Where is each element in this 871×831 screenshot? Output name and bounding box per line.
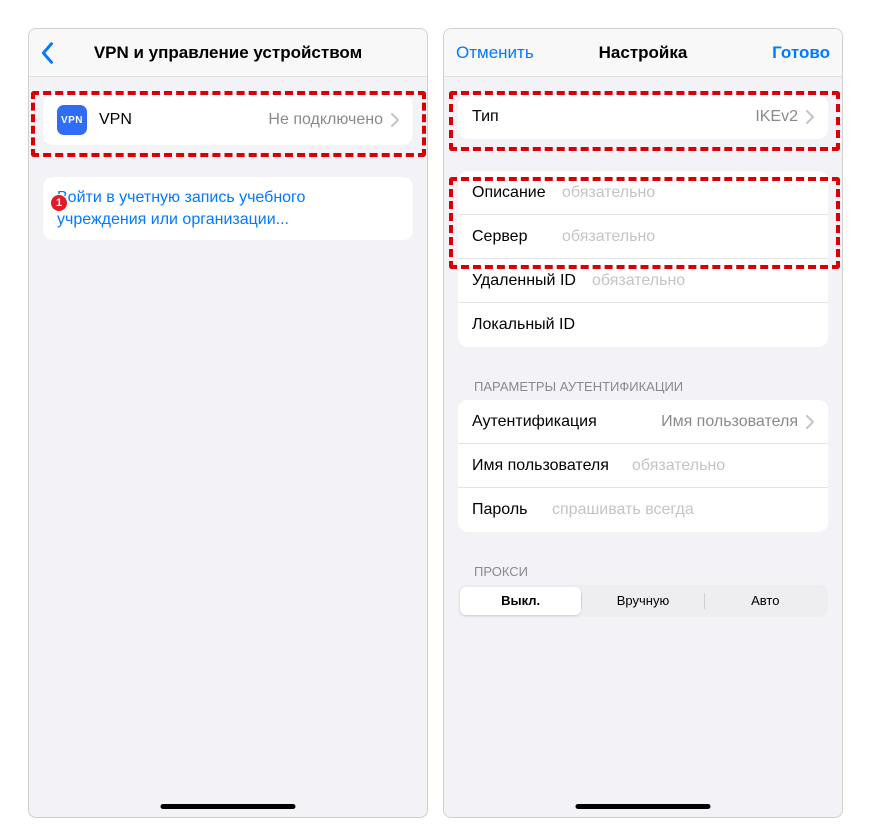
server-row[interactable]: Сервер обязательно — [458, 215, 828, 259]
auth-label: Аутентификация — [472, 413, 622, 431]
proxy-segmented[interactable]: Выкл. Вручную Авто — [458, 585, 828, 617]
cancel-button[interactable]: Отменить — [456, 43, 534, 63]
description-label: Описание — [472, 184, 562, 202]
password-row[interactable]: Пароль спрашивать всегда — [458, 488, 828, 532]
left-screen: VPN и управление устройством VPN VPN Не … — [28, 28, 428, 818]
back-button[interactable] — [41, 41, 55, 65]
vpn-icon: VPN — [57, 105, 87, 135]
chevron-right-icon — [806, 110, 814, 124]
auth-section-header: ПАРАМЕТРЫ АУТЕНТИФИКАЦИИ — [444, 379, 842, 400]
chevron-right-icon — [806, 415, 814, 429]
signin-link-text: Войти в учетную запись учебного учрежден… — [57, 187, 399, 230]
type-label: Тип — [472, 108, 499, 126]
type-value: IKEv2 — [755, 108, 798, 126]
password-input[interactable]: спрашивать всегда — [552, 501, 814, 519]
vpn-label: VPN — [99, 111, 132, 129]
signin-link[interactable]: Войти в учетную запись учебного учрежден… — [43, 177, 413, 240]
auth-row[interactable]: Аутентификация Имя пользователя — [458, 400, 828, 444]
remoteid-input[interactable]: обязательно — [592, 272, 814, 290]
vpn-status: Не подключено — [268, 111, 383, 129]
remoteid-label: Удаленный ID — [472, 272, 592, 290]
username-input[interactable]: обязательно — [632, 457, 814, 475]
home-indicator — [576, 804, 711, 809]
auth-value: Имя пользователя — [661, 413, 798, 431]
proxy-auto[interactable]: Авто — [705, 587, 826, 615]
right-screen: Отменить Настройка Готово Тип IKEv2 Опис… — [443, 28, 843, 818]
description-input[interactable]: обязательно — [562, 184, 814, 202]
server-input[interactable]: обязательно — [562, 228, 814, 246]
remoteid-row[interactable]: Удаленный ID обязательно — [458, 259, 828, 303]
navbar-right: Отменить Настройка Готово — [444, 29, 842, 77]
type-row[interactable]: Тип IKEv2 — [458, 95, 828, 139]
server-label: Сервер — [472, 228, 562, 246]
localid-label: Локальный ID — [472, 316, 592, 334]
proxy-manual[interactable]: Вручную — [582, 587, 703, 615]
description-row[interactable]: Описание обязательно — [458, 171, 828, 215]
chevron-right-icon — [391, 113, 399, 127]
localid-row[interactable]: Локальный ID — [458, 303, 828, 347]
proxy-section-header: ПРОКСИ — [444, 564, 842, 585]
proxy-off[interactable]: Выкл. — [460, 587, 581, 615]
username-label: Имя пользователя — [472, 457, 632, 475]
annotation-step-1: 1 — [50, 194, 68, 212]
done-button[interactable]: Готово — [772, 43, 830, 63]
home-indicator — [161, 804, 296, 809]
password-label: Пароль — [472, 501, 552, 519]
navbar-left: VPN и управление устройством — [29, 29, 427, 77]
vpn-row[interactable]: VPN VPN Не подключено — [43, 95, 413, 145]
username-row[interactable]: Имя пользователя обязательно — [458, 444, 828, 488]
page-title-left: VPN и управление устройством — [29, 43, 427, 63]
